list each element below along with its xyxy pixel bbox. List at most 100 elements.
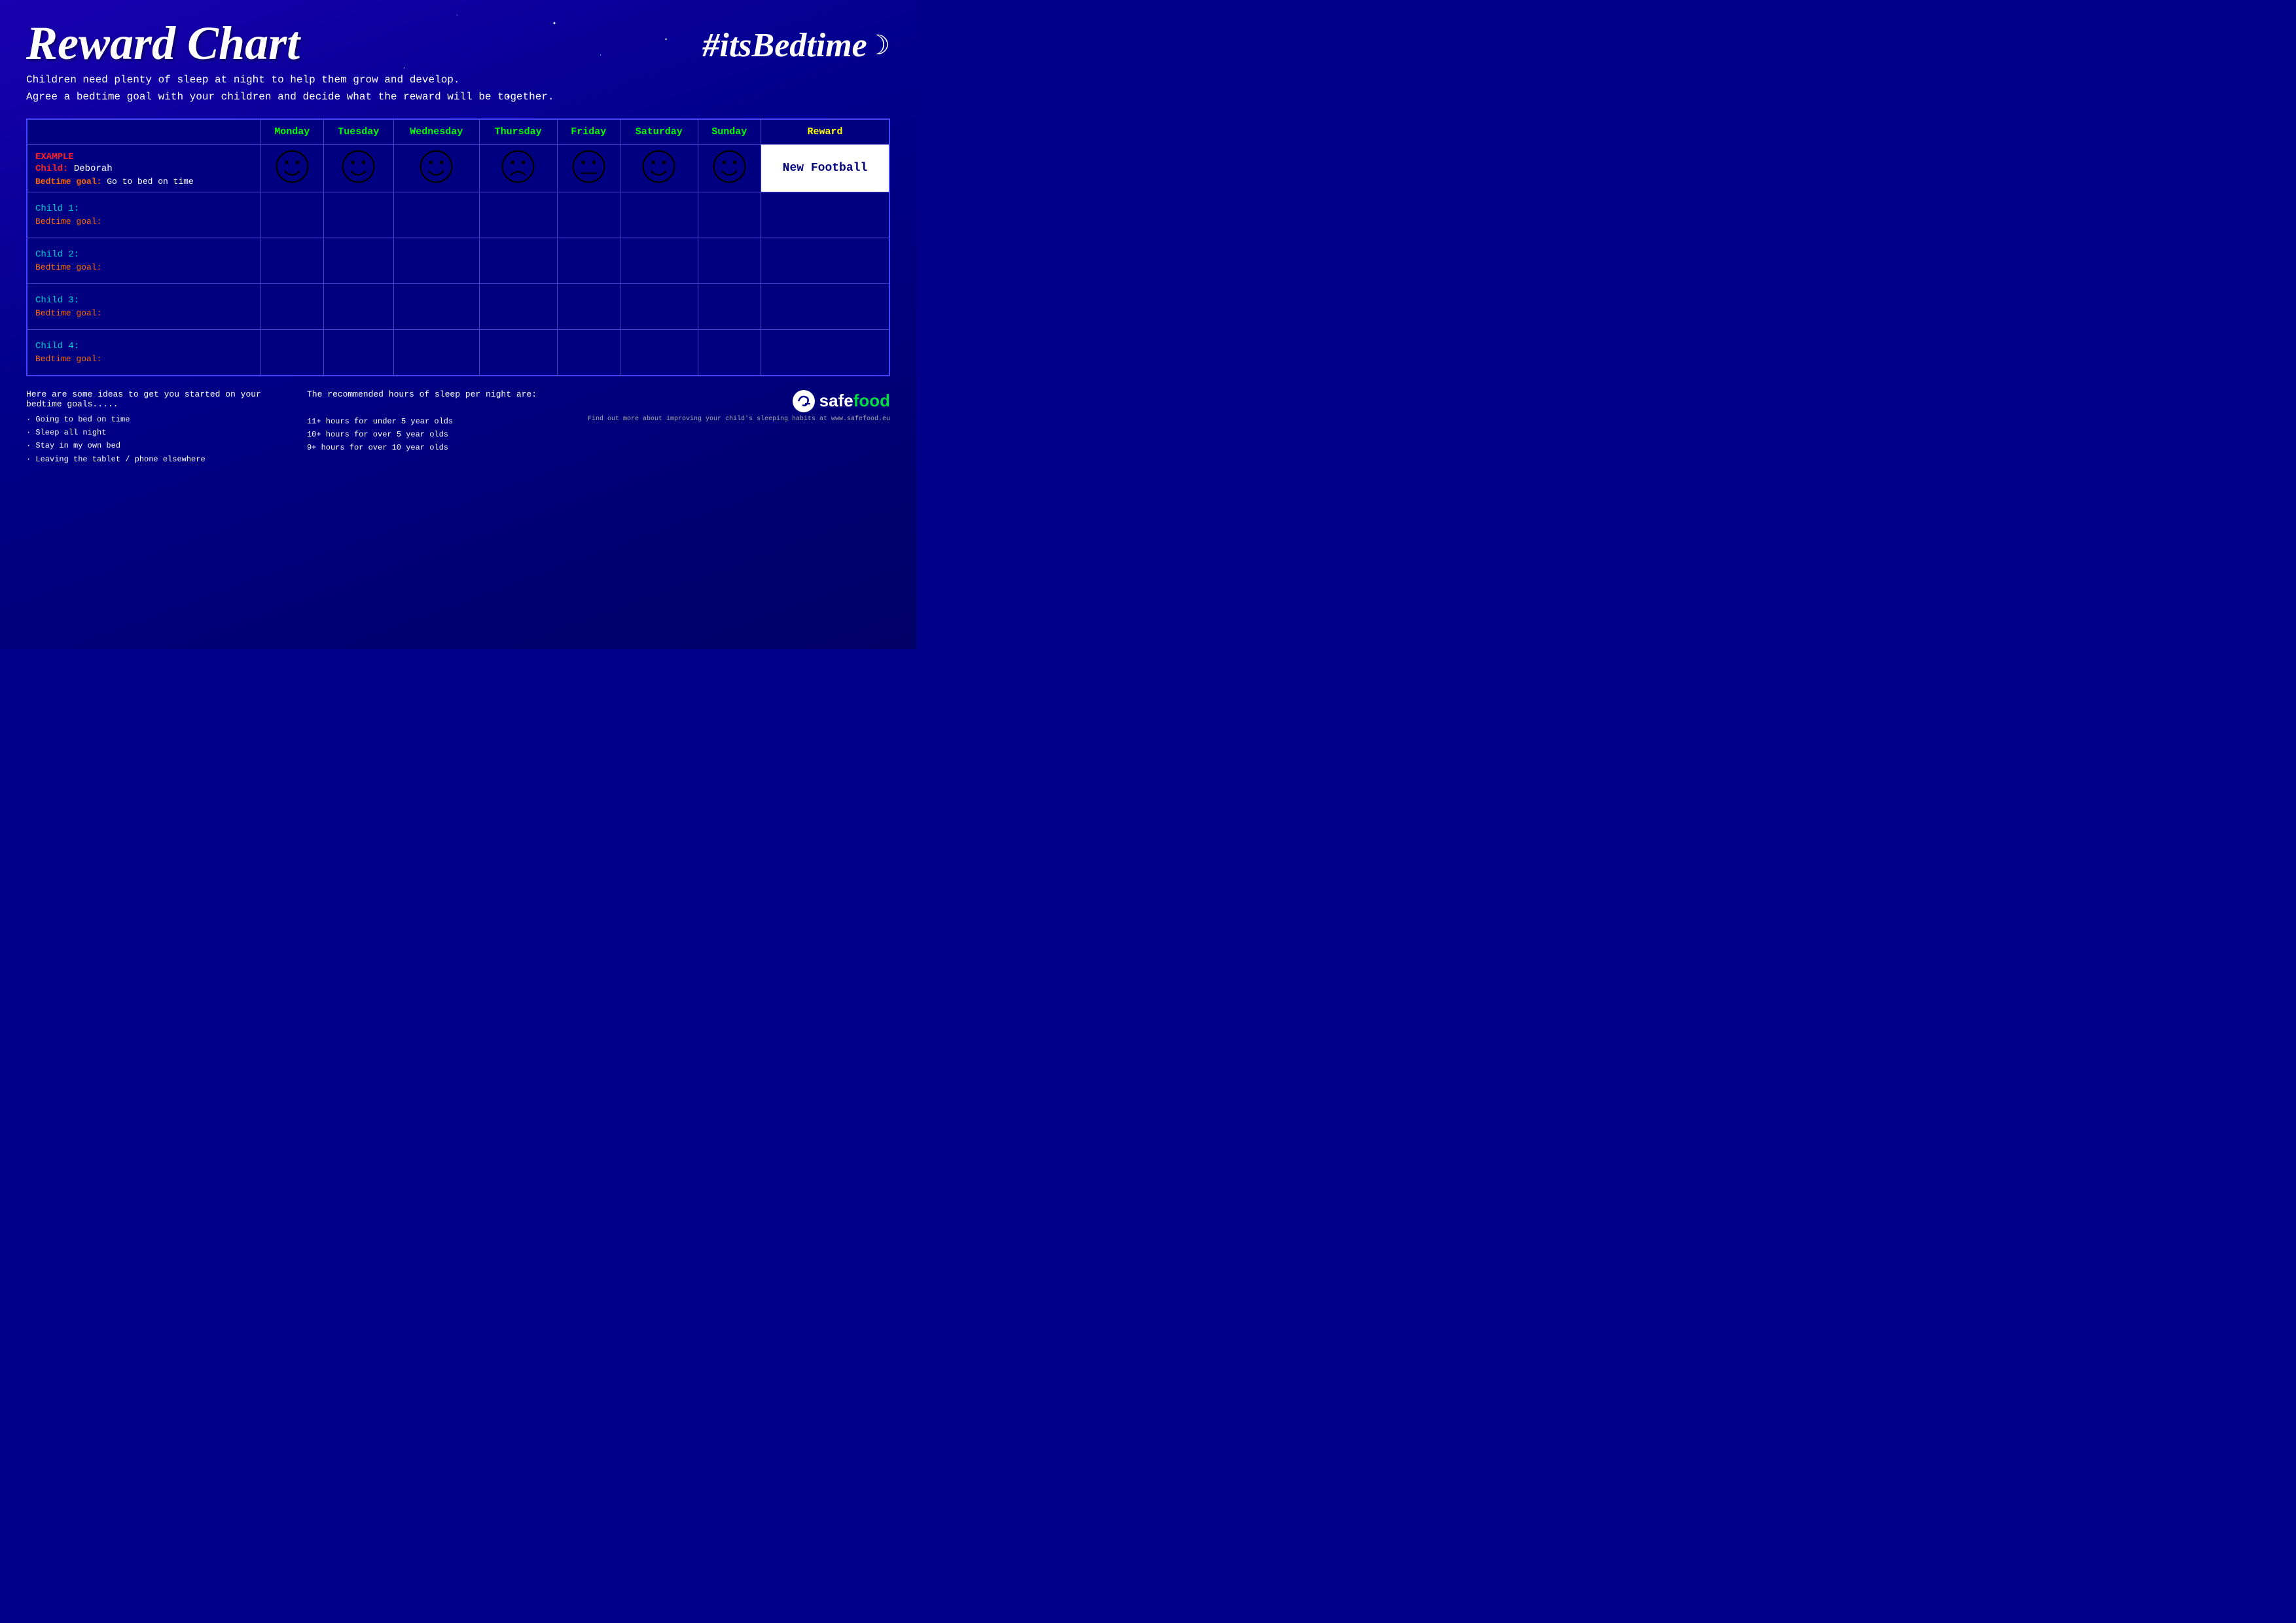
table-row-child4: Child 4: Bedtime goal: (27, 330, 889, 376)
safefood-tagline: Find out more about improving your child… (588, 416, 890, 423)
child2-reward (761, 238, 889, 284)
example-tag: EXAMPLE (35, 152, 74, 162)
example-reward-text: New Football (783, 162, 868, 175)
star-5: · (456, 13, 458, 18)
footer-idea-3: · Stay in my own bed (26, 439, 281, 452)
child1-saturday (620, 192, 698, 238)
col-header-monday: Monday (260, 119, 323, 145)
footer-idea-4: · Leaving the tablet / phone elsewhere (26, 453, 281, 466)
child1-thursday (479, 192, 557, 238)
smiley-monday (274, 149, 310, 185)
title-block: Reward Chart (26, 20, 300, 67)
child4-reward (761, 330, 889, 376)
smiley-wednesday (418, 149, 454, 185)
footer-sleep-2: 10+ hours for over 5 year olds (307, 428, 562, 441)
child4-monday (260, 330, 323, 376)
example-label-cell: EXAMPLE Child: Deborah Bedtime goal: Go … (27, 145, 260, 192)
child4-wednesday (393, 330, 479, 376)
child2-monday (260, 238, 323, 284)
example-reward-cell: New Football (761, 145, 889, 192)
child2-label-cell: Child 2: Bedtime goal: (27, 238, 260, 284)
child1-label-cell: Child 1: Bedtime goal: (27, 192, 260, 238)
child4-friday (557, 330, 620, 376)
footer: Here are some ideas to get you started o… (26, 389, 890, 467)
child1-tuesday (323, 192, 393, 238)
child3-thursday (479, 284, 557, 330)
child2-wednesday (393, 238, 479, 284)
subtitle-line1: Children need plenty of sleep at night t… (26, 72, 890, 89)
table-row-child3: Child 3: Bedtime goal: (27, 284, 889, 330)
footer-idea-1: · Going to bed on time (26, 413, 281, 426)
child3-label: Child 3: (35, 295, 253, 306)
child1-goal-label: Bedtime goal: (35, 217, 253, 226)
hashtag-area: #itsBedtime ☽ (702, 20, 890, 65)
table-row-example: EXAMPLE Child: Deborah Bedtime goal: Go … (27, 145, 889, 192)
child3-label-cell: Child 3: Bedtime goal: (27, 284, 260, 330)
child3-monday (260, 284, 323, 330)
reward-chart-table: Monday Tuesday Wednesday Thursday Friday… (26, 118, 890, 376)
col-header-friday: Friday (557, 119, 620, 145)
child2-goal-label: Bedtime goal: (35, 262, 253, 272)
example-monday (260, 145, 323, 192)
hashtag-text: #itsBedtime (702, 26, 867, 65)
footer-ideas-title: Here are some ideas to get you started o… (26, 389, 281, 409)
child3-friday (557, 284, 620, 330)
example-tuesday (323, 145, 393, 192)
child2-thursday (479, 238, 557, 284)
example-thursday (479, 145, 557, 192)
child4-label: Child 4: (35, 341, 253, 351)
child2-saturday (620, 238, 698, 284)
col-header-label (27, 119, 260, 145)
child4-label-cell: Child 4: Bedtime goal: (27, 330, 260, 376)
child3-wednesday (393, 284, 479, 330)
child3-reward (761, 284, 889, 330)
child3-sunday (698, 284, 761, 330)
smiley-tuesday (340, 149, 376, 185)
page-title: Reward Chart (26, 20, 300, 67)
table-row-child2: Child 2: Bedtime goal: (27, 238, 889, 284)
page: ✦ · ✦ ✦ · · Reward Chart #itsBedtime ☽ C… (0, 0, 916, 649)
frowny-thursday (500, 149, 536, 185)
footer-sleep-title: The recommended hours of sleep per night… (307, 389, 562, 399)
footer-ideas: Here are some ideas to get you started o… (26, 389, 281, 467)
footer-sleep-3: 9+ hours for over 10 year olds (307, 441, 562, 454)
footer-branding: safefood Find out more about improving y… (588, 389, 890, 423)
example-goal-value: Go to bed on time (107, 177, 194, 187)
child3-tuesday (323, 284, 393, 330)
child2-tuesday (323, 238, 393, 284)
col-header-sunday: Sunday (698, 119, 761, 145)
child1-friday (557, 192, 620, 238)
child2-sunday (698, 238, 761, 284)
safefood-logo-icon (792, 389, 816, 413)
example-wednesday (393, 145, 479, 192)
table-header-row: Monday Tuesday Wednesday Thursday Friday… (27, 119, 889, 145)
moon-icon: ☽ (874, 29, 890, 63)
safefood-logo: safefood (792, 389, 890, 413)
example-friday (557, 145, 620, 192)
child3-goal-label: Bedtime goal: (35, 308, 253, 318)
subtitle: Children need plenty of sleep at night t… (26, 72, 890, 105)
smiley-saturday (641, 149, 677, 185)
child2-label: Child 2: (35, 249, 253, 260)
example-saturday (620, 145, 698, 192)
example-child-name: Deborah (74, 164, 113, 174)
child1-monday (260, 192, 323, 238)
col-header-saturday: Saturday (620, 119, 698, 145)
col-header-wednesday: Wednesday (393, 119, 479, 145)
smiley-sunday (711, 149, 747, 185)
safefood-brand-text: safefood (819, 391, 890, 411)
child4-tuesday (323, 330, 393, 376)
child2-friday (557, 238, 620, 284)
footer-sleep: The recommended hours of sleep per night… (307, 389, 562, 455)
example-goal-label: Bedtime goal: Go to bed on time (35, 177, 253, 187)
child1-wednesday (393, 192, 479, 238)
neutral-friday (571, 149, 607, 185)
col-header-thursday: Thursday (479, 119, 557, 145)
subtitle-line2: Agree a bedtime goal with your children … (26, 89, 890, 106)
child1-reward (761, 192, 889, 238)
footer-sleep-1: 11+ hours for under 5 year olds (307, 415, 562, 428)
col-header-reward: Reward (761, 119, 889, 145)
footer-idea-2: · Sleep all night (26, 426, 281, 439)
child4-thursday (479, 330, 557, 376)
col-header-tuesday: Tuesday (323, 119, 393, 145)
